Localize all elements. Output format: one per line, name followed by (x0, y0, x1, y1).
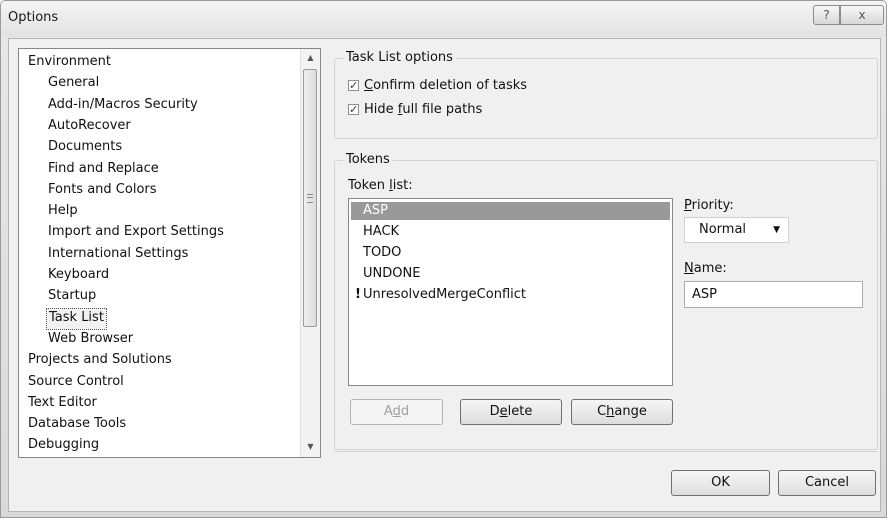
close-icon: x (858, 8, 866, 22)
tree-item[interactable]: Documents (46, 137, 124, 157)
help-button[interactable]: ? (813, 5, 840, 25)
tree-item[interactable]: Environment (26, 52, 113, 72)
delete-accesskey: e (499, 404, 508, 419)
tree-item[interactable]: Debugging (26, 435, 101, 455)
token-list-item[interactable]: UNDONE (351, 265, 670, 283)
token-list-item[interactable]: ! UnresolvedMergeConflict (351, 286, 670, 304)
token-list-label-end: ist: (392, 178, 413, 193)
token-list-label-start: Token (348, 178, 390, 193)
confirm-deletion-accesskey: C (364, 78, 374, 93)
change-button[interactable]: Change (571, 399, 673, 425)
add-accesskey: d (392, 404, 401, 419)
name-label-text: ame: (693, 261, 727, 276)
token-label: UNDONE (363, 266, 421, 281)
add-label-end: d (400, 404, 410, 419)
token-list-label: Token list: (348, 178, 413, 193)
token-label: TODO (363, 245, 402, 260)
add-button[interactable]: Add (350, 399, 443, 425)
token-label: UnresolvedMergeConflict (363, 287, 526, 302)
tree-item[interactable]: Import and Export Settings (46, 222, 226, 242)
tree-item[interactable]: Startup (46, 286, 98, 306)
tree-item[interactable]: Database Tools (26, 414, 128, 434)
tree-item[interactable]: Find and Replace (46, 159, 161, 179)
delete-button[interactable]: Delete (460, 399, 562, 425)
token-label: ASP (363, 203, 388, 218)
task-list-options-group (334, 58, 878, 139)
confirm-deletion-checkbox[interactable]: ✓ Confirm deletion of tasks (348, 77, 527, 95)
change-label-end: ange (614, 404, 647, 419)
check-icon: ✓ (349, 103, 359, 116)
priority-value: Normal (699, 222, 747, 237)
tree-item[interactable]: Add-in/Macros Security (46, 95, 200, 115)
ok-button[interactable]: OK (671, 470, 770, 496)
tree-item[interactable]: Web Browser (46, 329, 135, 349)
title-bar: Options ? x (1, 1, 886, 37)
token-list-item[interactable]: ASP (351, 202, 670, 220)
tree-item[interactable]: Fonts and Colors (46, 180, 159, 200)
window-title: Options (8, 10, 59, 25)
token-listbox[interactable]: ASP HACK TODO UNDONE! UnresolvedMergeConflic… (348, 198, 673, 386)
name-input[interactable]: ASP (684, 281, 863, 308)
options-tree[interactable]: ▲ ▼ Environment General Add-in/Macros Secu… (18, 48, 321, 458)
delete-label-end: lete (507, 404, 533, 419)
priority-label-text: riority: (691, 198, 734, 213)
token-list-item[interactable]: HACK (351, 223, 670, 241)
priority-accesskey: P (684, 198, 692, 213)
name-accesskey: N (684, 261, 694, 276)
warning-icon: ! (355, 287, 361, 302)
add-label-start: A (383, 404, 393, 419)
footer-separator (334, 451, 878, 452)
tree-item[interactable]: Keyboard (46, 265, 111, 285)
task-list-options-label: Task List options (343, 50, 456, 65)
hide-paths-label: ull file paths (402, 102, 483, 117)
hide-paths-label-start: Hide (364, 102, 398, 117)
token-list-item[interactable]: TODO (351, 244, 670, 262)
dropdown-arrow-icon: ▼ (773, 225, 780, 235)
tree-item[interactable]: Text Editor (26, 393, 99, 413)
help-icon: ? (823, 8, 830, 22)
token-label: HACK (363, 224, 400, 239)
tree-item[interactable]: Projects and Solutions (26, 350, 174, 370)
name-label: Name: (684, 261, 727, 276)
cancel-button[interactable]: Cancel (778, 470, 876, 496)
scroll-grip-icon (307, 194, 313, 203)
hide-file-paths-checkbox[interactable]: ✓ Hide full file paths (348, 101, 482, 119)
tree-item[interactable]: Help (46, 201, 80, 221)
close-button[interactable]: x (840, 5, 884, 25)
checkbox-box: ✓ (348, 79, 359, 92)
tree-scrollbar[interactable]: ▲ ▼ (300, 49, 320, 457)
tree-item[interactable]: Source Control (26, 372, 126, 392)
tree-item[interactable]: General (46, 73, 101, 93)
dialog-client-area: ▲ ▼ Environment General Add-in/Macros Secu… (8, 38, 881, 512)
delete-label-start: D (489, 404, 500, 419)
checkbox-box: ✓ (348, 103, 359, 116)
tokens-label: Tokens (343, 152, 393, 167)
options-dialog: Options ? x ▲ ▼ Environment General Add-in… (0, 0, 887, 518)
priority-label: Priority: (684, 198, 734, 213)
tree-item[interactable]: AutoRecover (46, 116, 133, 136)
scroll-up-icon[interactable]: ▲ (301, 49, 320, 66)
tree-item[interactable]: International Settings (46, 244, 190, 264)
change-label-start: C (597, 404, 607, 419)
confirm-deletion-label: onfirm deletion of tasks (373, 78, 528, 93)
check-icon: ✓ (349, 79, 359, 92)
scroll-thumb[interactable] (303, 69, 317, 327)
scroll-down-icon[interactable]: ▼ (301, 438, 320, 455)
priority-dropdown[interactable]: Normal ▼ (684, 217, 789, 243)
tree-item[interactable]: Task List (46, 307, 107, 330)
